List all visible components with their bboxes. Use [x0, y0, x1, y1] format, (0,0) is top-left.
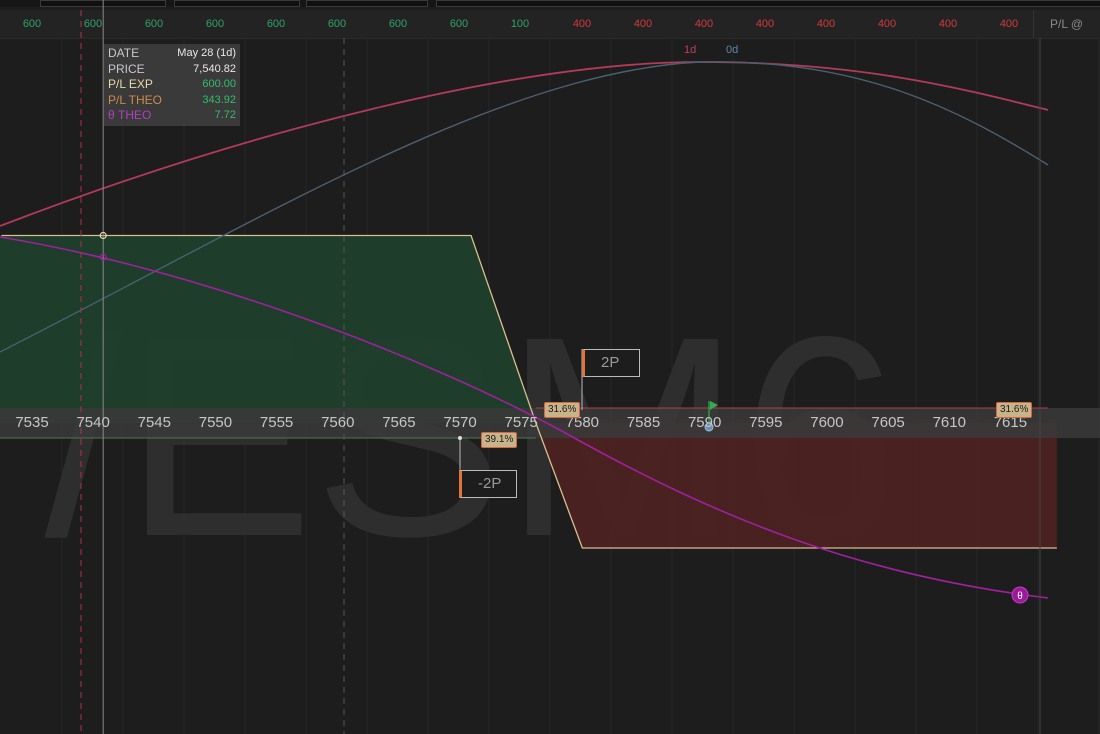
- curve-label-0d: 0d: [726, 44, 739, 56]
- short-put-marker[interactable]: -2P: [459, 470, 517, 498]
- tooltip-label: PRICE: [108, 61, 145, 76]
- price-tick-label: 7560: [321, 414, 355, 431]
- tooltip-label: P/L EXP: [108, 77, 153, 91]
- tooltip-row: P/L EXP 600.00: [108, 77, 236, 93]
- probability-badge-right: 31.6%: [996, 402, 1033, 418]
- tooltip-value: 7.72: [214, 109, 236, 121]
- probability-badge-left: 39.1%: [481, 432, 518, 448]
- theta-badge-label: θ: [1017, 591, 1023, 602]
- tooltip-value: May 28 (1d): [177, 47, 236, 59]
- price-tick-label: 7535: [15, 414, 49, 431]
- profit-region: [0, 235, 536, 423]
- price-tick-label: 7595: [749, 414, 783, 431]
- long-put-marker[interactable]: 2P: [582, 349, 640, 377]
- tooltip-label: DATE: [108, 46, 140, 60]
- price-tick-label: 7590: [687, 414, 722, 431]
- price-tick-label: 7570: [443, 414, 477, 431]
- price-tick-label: 7585: [626, 414, 661, 431]
- tooltip-value: 7,540.82: [193, 62, 236, 75]
- price-tick-label: 7550: [198, 414, 233, 431]
- tooltip-row: DATE May 28 (1d): [108, 46, 236, 62]
- probability-badge-mid: 31.6%: [544, 402, 581, 418]
- price-tick-label: 7600: [810, 414, 844, 431]
- tooltip-label: θ THEO: [108, 108, 152, 122]
- price-tick-label: 7555: [259, 414, 294, 431]
- loss-region: [535, 423, 1057, 548]
- price-tick-label: 7565: [382, 414, 416, 431]
- price-tick-label: 7610: [932, 414, 966, 431]
- tooltip-label: P/L THEO: [108, 92, 163, 107]
- price-tick-label: 7605: [871, 414, 905, 431]
- tooltip-row: P/L THEO 343.92: [108, 93, 236, 109]
- tooltip-value: 343.92: [202, 93, 236, 106]
- cursor-tooltip: DATE May 28 (1d) PRICE 7,540.82 P/L EXP 600.0…: [104, 44, 240, 126]
- price-tick-label: 7540: [76, 414, 110, 431]
- curve-label-1d: 1d: [684, 44, 697, 56]
- tooltip-value: 600.00: [202, 78, 236, 90]
- price-tick-label: 7545: [137, 414, 171, 431]
- tooltip-row: PRICE 7,540.82: [108, 62, 236, 78]
- tooltip-row: θ THEO 7.72: [108, 108, 236, 124]
- price-tick-label: 7575: [504, 414, 538, 431]
- short-put-anchor: [458, 436, 462, 440]
